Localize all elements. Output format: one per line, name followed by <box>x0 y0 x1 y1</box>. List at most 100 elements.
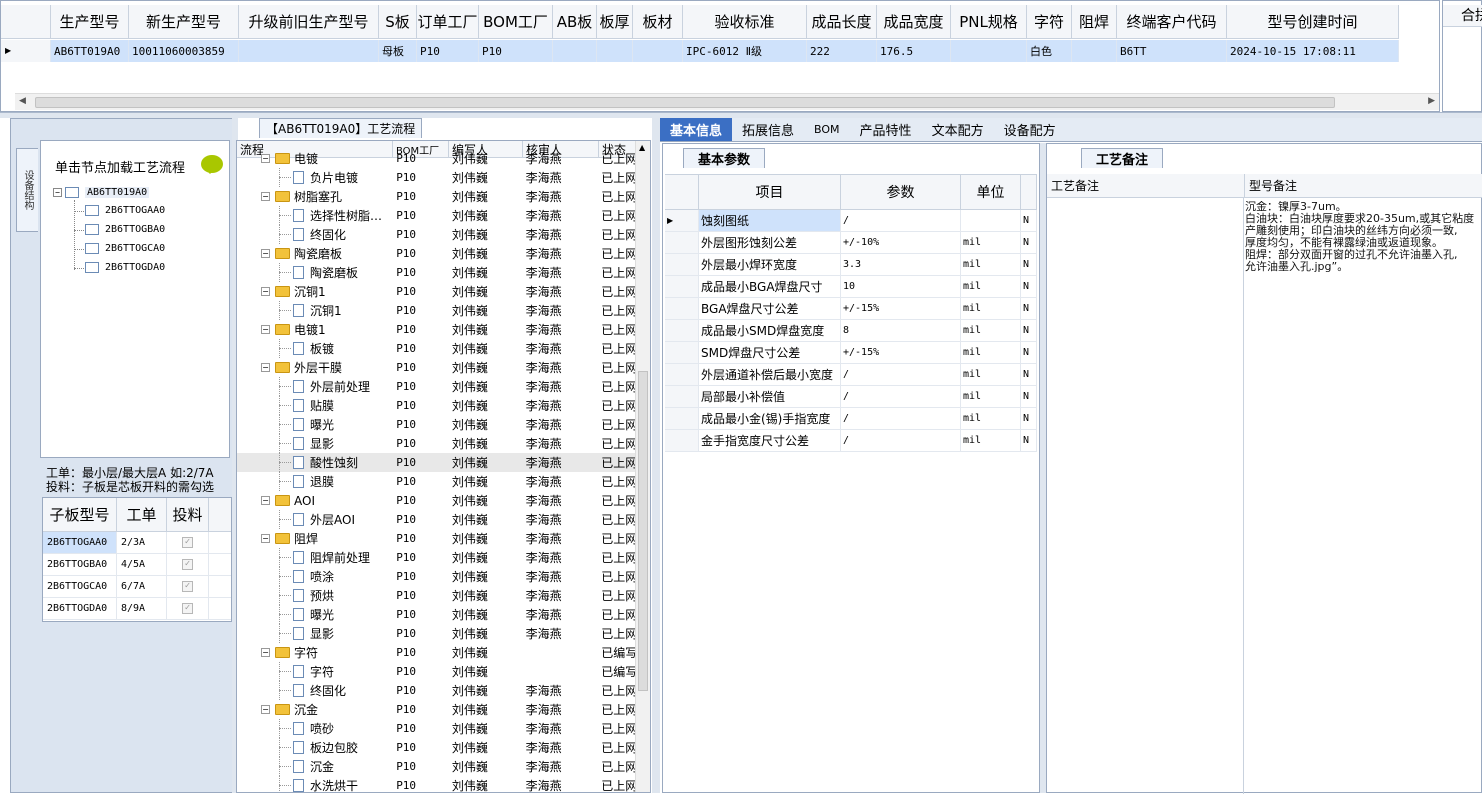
param-row[interactable]: BGA焊盘尺寸公差 +/-15% mil N <box>665 298 1037 320</box>
param-row[interactable]: 外层图形蚀刻公差 +/-10% mil N <box>665 232 1037 254</box>
process-row[interactable]: 外层前处理 P10 刘伟巍 李海燕 已上网 <box>237 377 637 396</box>
process-row[interactable]: 预烘 P10 刘伟巍 李海燕 已上网 <box>237 586 637 605</box>
process-row[interactable]: − 沉铜1 P10 刘伟巍 李海燕 已上网 <box>237 282 637 301</box>
subboard-order[interactable]: 2/3A <box>117 532 167 553</box>
param-value[interactable]: / <box>841 408 961 429</box>
col-header[interactable]: S板 <box>379 5 417 39</box>
subtab-process-remark[interactable]: 工艺备注 <box>1081 148 1164 168</box>
process-row[interactable]: − 沉金 P10 刘伟巍 李海燕 已上网 <box>237 700 637 719</box>
subboard-row[interactable]: 2B6TTOGBA0 4/5A ✓ <box>43 554 231 576</box>
process-row[interactable]: 显影 P10 刘伟巍 李海燕 已上网 <box>237 434 637 453</box>
feed-checkbox[interactable]: ✓ <box>182 559 193 570</box>
scroll-thumb[interactable] <box>35 97 1335 108</box>
process-row[interactable]: 终固化 P10 刘伟巍 李海燕 已上网 <box>237 681 637 700</box>
scroll-left-icon[interactable]: ◀ <box>19 96 26 106</box>
process-row[interactable]: 贴膜 P10 刘伟巍 李海燕 已上网 <box>237 396 637 415</box>
tree-node[interactable]: 2B6TTOGDA0 <box>85 262 165 273</box>
horizontal-scrollbar[interactable]: ◀ ▶ <box>15 93 1439 110</box>
col-header[interactable]: 生产型号 <box>51 5 129 39</box>
col-header[interactable]: 板材 <box>633 5 683 39</box>
param-value[interactable]: 8 <box>841 320 961 341</box>
process-scroll-thumb[interactable] <box>638 371 648 691</box>
col-subboard[interactable]: 子板型号 <box>43 498 117 531</box>
process-row[interactable]: 喷砂 P10 刘伟巍 李海燕 已上网 <box>237 719 637 738</box>
col-header[interactable]: 板厚 <box>597 5 633 39</box>
collapse-icon[interactable]: − <box>261 648 270 657</box>
collapse-icon[interactable]: − <box>53 188 62 197</box>
param-row[interactable]: 成品最小金(锡)手指宽度 / mil N <box>665 408 1037 430</box>
process-row[interactable]: 退膜 P10 刘伟巍 李海燕 已上网 <box>237 472 637 491</box>
process-row[interactable]: 曝光 P10 刘伟巍 李海燕 已上网 <box>237 415 637 434</box>
param-value[interactable]: / <box>841 430 961 451</box>
col-header[interactable]: 成品宽度 <box>877 5 951 39</box>
collapse-icon[interactable]: − <box>261 325 270 334</box>
process-row[interactable]: 选择性树脂… P10 刘伟巍 李海燕 已上网 <box>237 206 637 225</box>
collapse-icon[interactable]: − <box>261 192 270 201</box>
collapse-icon[interactable]: − <box>261 249 270 258</box>
cell[interactable]: 2024-10-15 17:08:11 <box>1227 40 1399 62</box>
param-row[interactable]: 成品最小BGA焊盘尺寸 10 mil N <box>665 276 1037 298</box>
model-grid-row[interactable]: AB6TT019A0 10011060003859 母板 P10 P10 IPC-6012… <box>1 40 1399 62</box>
subtab-basic-params[interactable]: 基本参数 <box>683 148 766 168</box>
col-header[interactable]: 终端客户代码 <box>1117 5 1227 39</box>
col-order[interactable]: 工单 <box>117 498 167 531</box>
param-value[interactable]: +/-10% <box>841 232 961 253</box>
collapse-icon[interactable]: − <box>261 363 270 372</box>
tab-text-recipe[interactable]: 文本配方 <box>922 118 994 141</box>
subboard-order[interactable]: 8/9A <box>117 598 167 619</box>
feed-checkbox[interactable]: ✓ <box>182 581 193 592</box>
cell[interactable]: IPC-6012 Ⅱ级 <box>683 40 807 62</box>
process-row[interactable]: 喷涂 P10 刘伟巍 李海燕 已上网 <box>237 567 637 586</box>
tree-node[interactable]: 2B6TTOGAA0 <box>85 205 165 216</box>
tab-device-recipe[interactable]: 设备配方 <box>994 118 1066 141</box>
cell[interactable]: 母板 <box>379 40 417 62</box>
param-row[interactable]: 外层最小焊环宽度 3.3 mil N <box>665 254 1037 276</box>
tree-root[interactable]: − AB6TT019A0 <box>53 187 150 198</box>
cell[interactable] <box>951 40 1027 62</box>
param-value[interactable]: / <box>841 210 961 231</box>
cell[interactable] <box>633 40 683 62</box>
cell[interactable] <box>1072 40 1117 62</box>
process-row[interactable]: 酸性蚀刻 P10 刘伟巍 李海燕 已上网 <box>237 453 637 472</box>
process-row[interactable]: − 树脂塞孔 P10 刘伟巍 李海燕 已上网 <box>237 187 637 206</box>
process-row[interactable]: 阻焊前处理 P10 刘伟巍 李海燕 已上网 <box>237 548 637 567</box>
tree-node[interactable]: 2B6TTOGBA0 <box>85 224 165 235</box>
process-row[interactable]: 陶瓷磨板 P10 刘伟巍 李海燕 已上网 <box>237 263 637 282</box>
subboard-row[interactable]: 2B6TTOGCA0 6/7A ✓ <box>43 576 231 598</box>
tree-node[interactable]: 2B6TTOGCA0 <box>85 243 165 254</box>
col-header[interactable]: BOM工厂 <box>479 5 553 39</box>
cell[interactable]: AB6TT019A0 <box>51 40 129 62</box>
tab-extended-info[interactable]: 拓展信息 <box>732 118 804 141</box>
process-row[interactable]: 曝光 P10 刘伟巍 李海燕 已上网 <box>237 605 637 624</box>
cell[interactable] <box>239 40 379 62</box>
process-row[interactable]: 字符 P10 刘伟巍 已编写 <box>237 662 637 681</box>
process-row[interactable]: − 字符 P10 刘伟巍 已编写 <box>237 643 637 662</box>
collapse-icon[interactable]: − <box>261 496 270 505</box>
param-row[interactable]: 金手指宽度尺寸公差 / mil N <box>665 430 1037 452</box>
cell[interactable] <box>597 40 633 62</box>
middle-splitter[interactable] <box>652 118 660 793</box>
process-row[interactable]: 终固化 P10 刘伟巍 李海燕 已上网 <box>237 225 637 244</box>
process-row[interactable]: − 电镀 P10 刘伟巍 李海燕 已上网 <box>237 149 637 168</box>
process-row[interactable]: − 电镀1 P10 刘伟巍 李海燕 已上网 <box>237 320 637 339</box>
process-row[interactable]: − 外层干膜 P10 刘伟巍 李海燕 已上网 <box>237 358 637 377</box>
col-header[interactable]: 升级前旧生产型号 <box>239 5 379 39</box>
feed-checkbox[interactable]: ✓ <box>182 603 193 614</box>
collapse-icon[interactable]: − <box>261 534 270 543</box>
tab-product-features[interactable]: 产品特性 <box>850 118 922 141</box>
tab-device-structure[interactable]: 设备结构 <box>16 148 38 232</box>
process-row[interactable]: 沉铜1 P10 刘伟巍 李海燕 已上网 <box>237 301 637 320</box>
param-row[interactable]: SMD焊盘尺寸公差 +/-15% mil N <box>665 342 1037 364</box>
process-row[interactable]: − AOI P10 刘伟巍 李海燕 已上网 <box>237 491 637 510</box>
process-row[interactable]: − 陶瓷磨板 P10 刘伟巍 李海燕 已上网 <box>237 244 637 263</box>
cell[interactable]: P10 <box>479 40 553 62</box>
cell[interactable] <box>553 40 597 62</box>
cell[interactable]: 10011060003859 <box>129 40 239 62</box>
col-param[interactable]: 参数 <box>841 175 961 209</box>
collapse-icon[interactable]: − <box>261 154 270 163</box>
col-header[interactable]: 字符 <box>1027 5 1072 39</box>
param-value[interactable]: +/-15% <box>841 342 961 363</box>
param-value[interactable]: 3.3 <box>841 254 961 275</box>
param-value[interactable]: +/-15% <box>841 298 961 319</box>
collapse-icon[interactable]: − <box>261 287 270 296</box>
